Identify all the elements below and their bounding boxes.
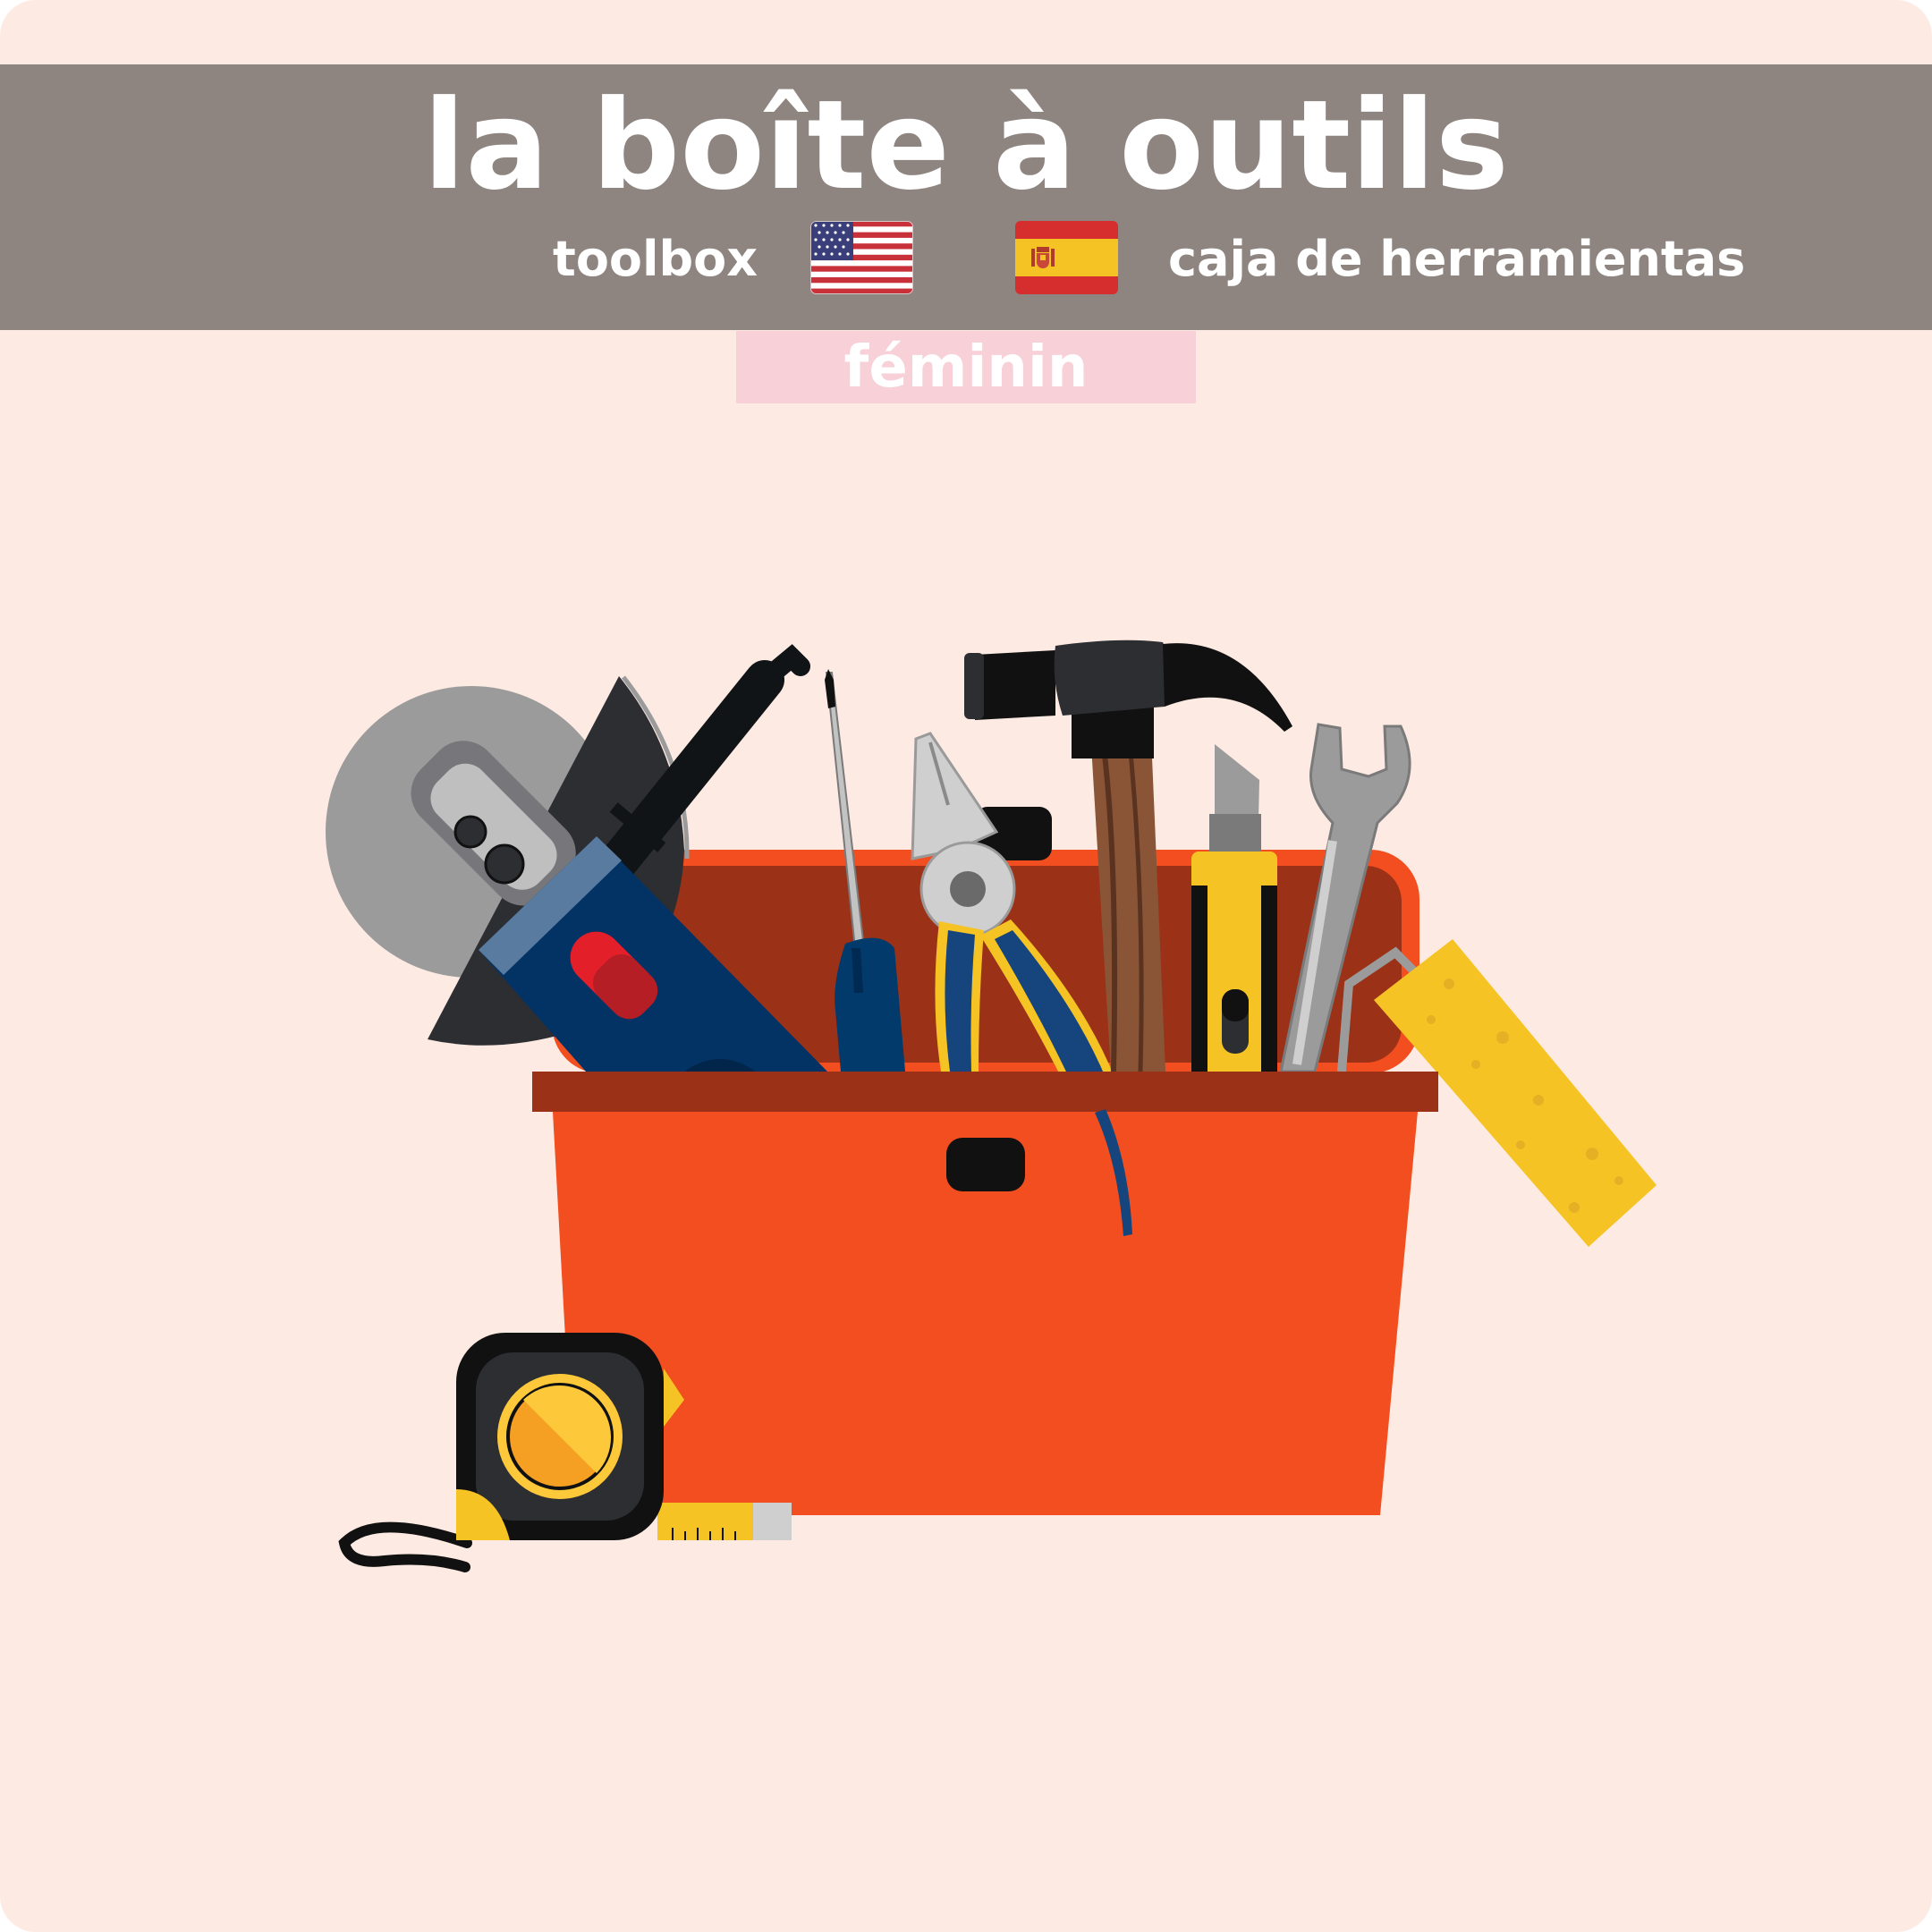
flashcard: la boîte à outils toolbox caja de herram… bbox=[0, 0, 1932, 1932]
toolbox-icon bbox=[532, 1072, 1438, 1515]
toolbox-front-handle-icon bbox=[946, 1138, 1025, 1191]
toolbox-illustration bbox=[326, 640, 1657, 1572]
utility-knife-icon bbox=[1191, 744, 1277, 1072]
